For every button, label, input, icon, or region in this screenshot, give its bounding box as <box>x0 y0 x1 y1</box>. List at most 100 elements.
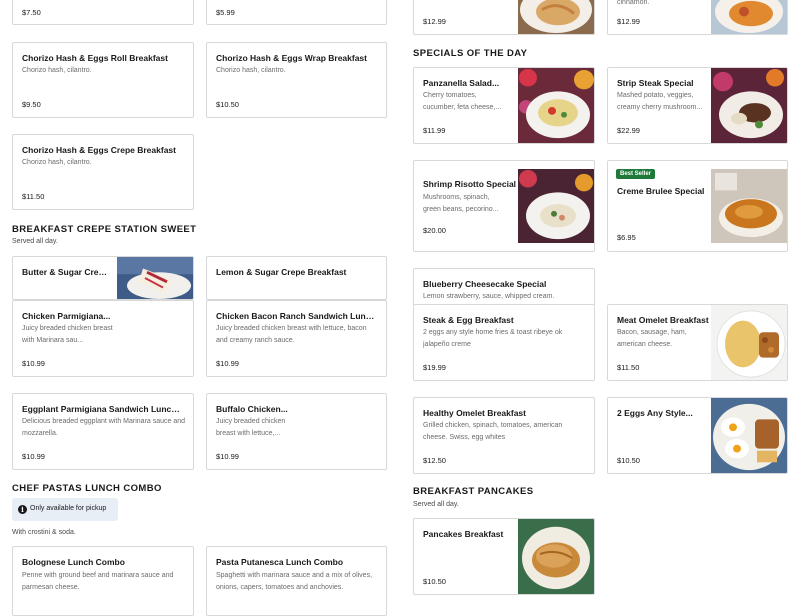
item-price: $5.99 <box>216 8 235 17</box>
menu-item-card[interactable]: Chorizo Hash & Eggs Crepe Breakfast Chor… <box>12 134 194 210</box>
steak-photo <box>711 68 787 143</box>
item-description: Delicious breaded eggplant with Marinara… <box>22 418 186 437</box>
eggs-photo <box>711 398 787 473</box>
menu-item-card[interactable]: Pancakes Breakfast $10.50 <box>413 518 595 595</box>
info-icon: i <box>18 505 27 514</box>
menu-item-card[interactable]: Steak & Egg Breakfast 2 eggs any style h… <box>413 304 595 381</box>
section-subtitle: Served all day. <box>12 238 58 245</box>
item-name: Butter & Sugar Crepe... <box>22 267 110 277</box>
item-price: $12.99 <box>617 17 640 26</box>
item-name: Blueberry Cheesecake Special <box>423 279 547 289</box>
item-description: Chorizo hash, cilantro. <box>22 159 92 166</box>
menu-item-card[interactable]: Strip Steak Special Mashed potato, veggi… <box>607 67 788 144</box>
item-price: $6.95 <box>617 233 636 242</box>
item-name: Healthy Omelet Breakfast <box>423 408 526 418</box>
item-name: Chorizo Hash & Eggs Roll Breakfast <box>22 53 168 63</box>
item-description: Cherry tomatoes, cucumber, feta cheese,.… <box>423 92 502 111</box>
item-name: Lemon & Sugar Crepe Breakfast <box>216 267 347 277</box>
item-price: $10.99 <box>22 359 45 368</box>
item-name: Chicken Parmigiana... <box>22 311 111 321</box>
item-price: $22.99 <box>617 126 640 135</box>
menu-item-card[interactable]: Panzanella Salad... Cherry tomatoes, cuc… <box>413 67 595 144</box>
best-seller-badge: Best Seller <box>616 169 656 179</box>
section-subtitle: Served all day. <box>413 501 459 508</box>
item-price: $10.99 <box>216 452 239 461</box>
pickup-notice: i Only available for pickup <box>12 498 118 521</box>
menu-item-card[interactable]: Bolognese Lunch Combo Penne with ground … <box>12 546 194 616</box>
omelet-photo <box>711 305 787 380</box>
item-name: 2 Eggs Any Style... <box>617 408 693 418</box>
item-name: Pancakes Breakfast <box>423 529 504 539</box>
item-name: Strip Steak Special <box>617 78 694 88</box>
section-note: With crostini & soda. <box>12 529 76 536</box>
item-description: Juicy breaded chicken breast with Marina… <box>22 325 113 344</box>
item-name: Chorizo Hash & Eggs Crepe Breakfast <box>22 145 176 155</box>
menu-item-card[interactable]: 2 Eggs Any Style... $10.50 <box>607 397 788 474</box>
item-name: Panzanella Salad... <box>423 78 500 88</box>
menu-item-card[interactable]: $5.99 <box>206 0 387 25</box>
crepe-photo <box>117 257 193 299</box>
item-price: $11.50 <box>22 192 45 201</box>
menu-item-card[interactable]: Healthy Omelet Breakfast Grilled chicken… <box>413 397 595 474</box>
item-price: $10.50 <box>423 577 446 586</box>
menu-item-card[interactable]: $12.99 <box>413 0 595 35</box>
item-description: Juicy breaded chicken breast with lettuc… <box>216 418 286 437</box>
item-price: $10.99 <box>22 452 45 461</box>
item-name: Creme Brulee Special <box>617 186 705 196</box>
menu-item-card[interactable]: Shrimp Risotto Special Mushrooms, spinac… <box>413 160 595 252</box>
item-price: $12.99 <box>423 17 446 26</box>
menu-item-card[interactable]: Pasta Putanesca Lunch Combo Spaghetti wi… <box>206 546 387 616</box>
item-name: Meat Omelet Breakfast <box>617 315 709 325</box>
item-price: $7.50 <box>22 8 41 17</box>
menu-item-card[interactable]: Chorizo Hash & Eggs Wrap Breakfast Chori… <box>206 42 387 118</box>
menu-item-card[interactable]: Chicken Bacon Ranch Sandwich Lunch... Ju… <box>206 300 387 377</box>
item-description: Juicy breaded chicken breast with lettuc… <box>216 325 367 344</box>
item-name: Chicken Bacon Ranch Sandwich Lunch... <box>216 311 376 321</box>
item-description: Bacon, sausage, ham, american cheese. <box>617 329 687 348</box>
item-price: $10.50 <box>216 100 239 109</box>
menu-item-card[interactable]: Lemon & Sugar Crepe Breakfast <box>206 256 387 300</box>
menu-item-card[interactable]: Blueberry Cheesecake Special Lemon straw… <box>413 268 595 308</box>
item-price: $11.50 <box>617 363 640 372</box>
menu-item-card[interactable]: Eggplant Parmigiana Sandwich Lunch... De… <box>12 393 194 470</box>
item-name: Buffalo Chicken... <box>216 404 288 414</box>
dish-photo <box>711 0 787 34</box>
item-description: Penne with ground beef and marinara sauc… <box>22 572 174 591</box>
salad-photo <box>518 68 594 143</box>
section-title: CHEF PASTAS LUNCH COMBO <box>12 483 162 494</box>
item-description: Chorizo hash, cilantro. <box>22 67 92 74</box>
item-price: $20.00 <box>423 226 446 235</box>
menu-item-card[interactable]: $7.50 <box>12 0 194 25</box>
menu-item-card[interactable]: Buffalo Chicken... Juicy breaded chicken… <box>206 393 387 470</box>
item-price: $19.99 <box>423 363 446 372</box>
pickup-notice-text: Only available for pickup <box>30 505 107 512</box>
item-price: $10.50 <box>617 456 640 465</box>
menu-item-card[interactable]: Best Seller Creme Brulee Special $6.95 <box>607 160 788 252</box>
item-description: Chorizo hash, cilantro. <box>216 67 286 74</box>
item-name: Bolognese Lunch Combo <box>22 557 125 567</box>
section-title: BREAKFAST CREPE STATION SWEET <box>12 224 197 235</box>
menu-item-card[interactable]: Butter & Sugar Crepe... <box>12 256 194 300</box>
item-name: Pasta Putanesca Lunch Combo <box>216 557 344 567</box>
menu-item-card[interactable]: Chicken Parmigiana... Juicy breaded chic… <box>12 300 194 377</box>
item-description: Mushrooms, spinach, green beans, pecorin… <box>423 194 499 213</box>
item-price: $12.50 <box>423 456 446 465</box>
menu-item-card[interactable]: Chorizo Hash & Eggs Roll Breakfast Chori… <box>12 42 194 118</box>
item-description: Spaghetti with marinara sauce and a mix … <box>216 572 373 591</box>
item-price: $9.50 <box>22 100 41 109</box>
menu-item-card[interactable]: cinnamon. $12.99 <box>607 0 788 35</box>
item-price: $11.99 <box>423 126 446 135</box>
section-title: SPECIALS OF THE DAY <box>413 48 528 59</box>
item-description: Grilled chicken, spinach, tomatoes, amer… <box>423 422 563 441</box>
item-price: $10.99 <box>216 359 239 368</box>
item-description: Mashed potato, veggies, creamy cherry mu… <box>617 92 703 111</box>
item-name: Eggplant Parmigiana Sandwich Lunch... <box>22 404 182 414</box>
creme-brulee-photo <box>711 169 787 243</box>
section-title: BREAKFAST PANCAKES <box>413 486 534 497</box>
item-description: Lemon strawberry, sauce, whipped cream. <box>423 293 555 300</box>
item-description: 2 eggs any style home fries & toast ribe… <box>423 329 563 348</box>
item-description: cinnamon. <box>617 0 650 6</box>
menu-item-card[interactable]: Meat Omelet Breakfast Bacon, sausage, ha… <box>607 304 788 381</box>
item-name: Shrimp Risotto Special <box>423 179 517 189</box>
pasta-photo <box>518 0 594 34</box>
